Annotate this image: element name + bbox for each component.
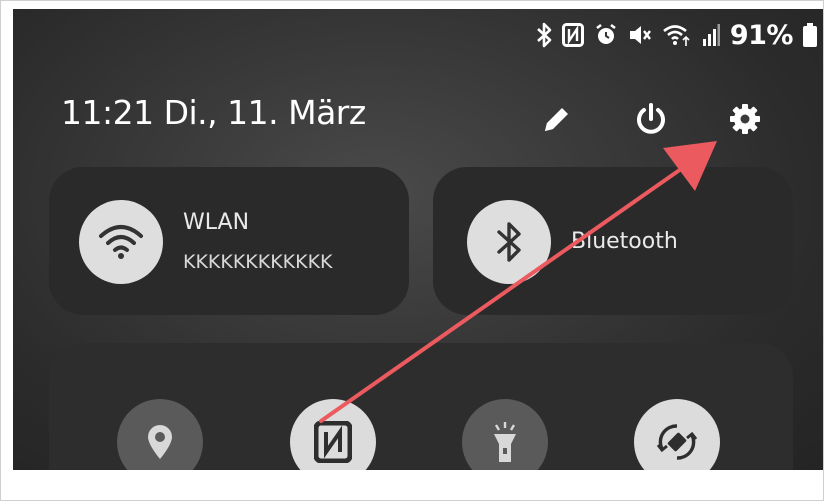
power-icon[interactable] bbox=[631, 99, 671, 139]
flashlight-icon[interactable] bbox=[462, 399, 548, 470]
quick-buttons-panel bbox=[49, 343, 793, 470]
bluetooth-icon bbox=[536, 22, 552, 48]
location-icon[interactable] bbox=[117, 399, 203, 470]
settings-icon[interactable] bbox=[725, 99, 765, 139]
battery-percent: 91% bbox=[729, 19, 794, 51]
rotate-icon[interactable] bbox=[634, 399, 720, 470]
wifi-icon[interactable] bbox=[79, 200, 163, 284]
bluetooth-icon[interactable] bbox=[467, 200, 551, 284]
alarm-icon bbox=[594, 23, 618, 47]
status-bar: 91% bbox=[536, 17, 817, 53]
date-time: 11:21 Di., 11. März bbox=[61, 93, 366, 132]
screenshot-frame: 91% 11:21 Di., 11. März WLAN KKKKKKKKKKK… bbox=[0, 0, 824, 501]
wifi-icon bbox=[662, 23, 692, 47]
bluetooth-title: Bluetooth bbox=[571, 229, 678, 254]
nfc-icon bbox=[561, 23, 584, 47]
mute-icon bbox=[628, 24, 652, 46]
wifi-network-name: KKKKKKKKKKKK bbox=[183, 251, 333, 273]
edit-icon[interactable] bbox=[537, 99, 577, 139]
quick-settings-panel: 91% 11:21 Di., 11. März WLAN KKKKKKKKKKK… bbox=[13, 9, 823, 470]
bluetooth-tile[interactable]: Bluetooth bbox=[433, 167, 793, 315]
wifi-tile[interactable]: WLAN KKKKKKKKKKKK bbox=[49, 167, 409, 315]
signal-icon bbox=[702, 24, 720, 46]
nfc-icon[interactable] bbox=[290, 399, 376, 470]
wifi-title: WLAN bbox=[183, 210, 250, 235]
battery-icon bbox=[803, 23, 817, 47]
